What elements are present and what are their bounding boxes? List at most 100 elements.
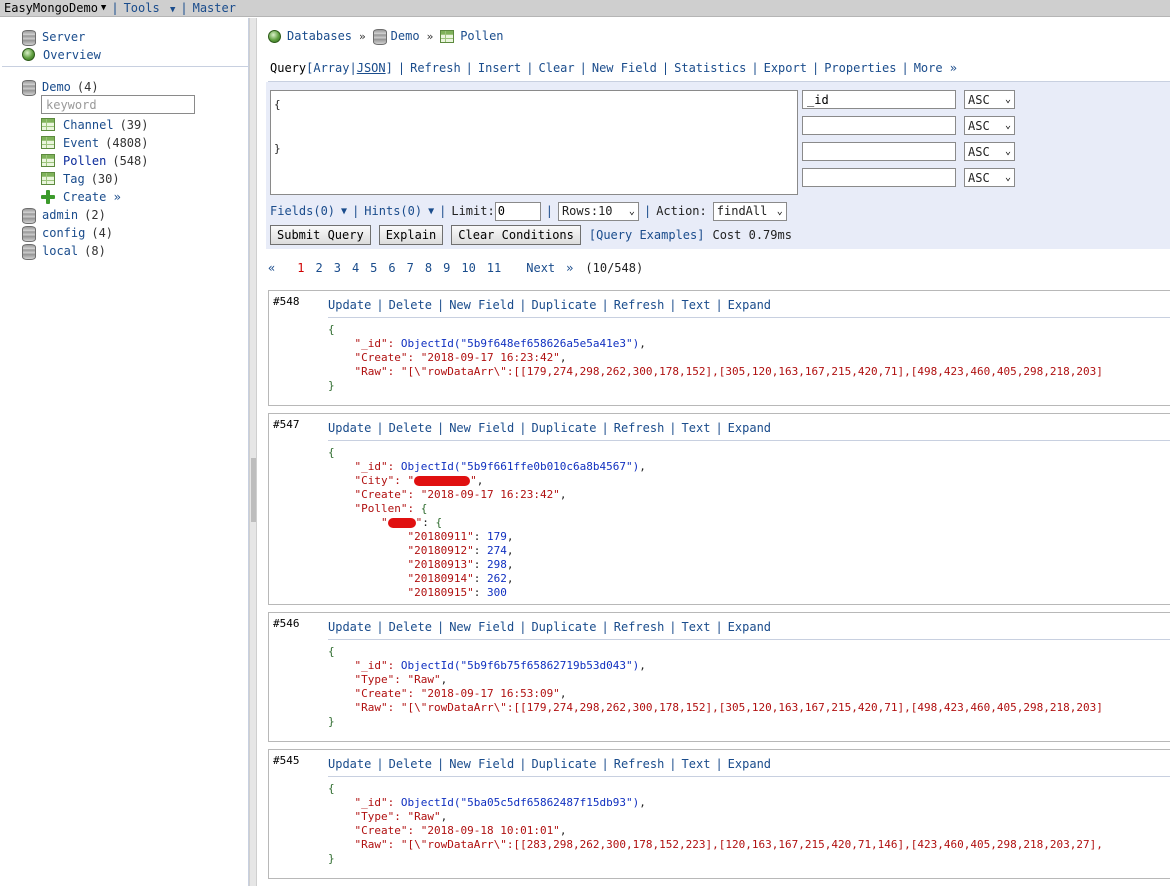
page-link[interactable]: 5 <box>370 261 377 275</box>
prev-page-link[interactable]: « <box>268 261 275 275</box>
breadcrumb-db[interactable]: Demo <box>391 29 420 43</box>
text-link[interactable]: Text <box>682 298 711 312</box>
explain-button[interactable]: Explain <box>378 225 444 245</box>
rows-select[interactable]: Rows:10 ⌄ <box>557 201 639 221</box>
statistics-link[interactable]: Statistics <box>674 61 746 75</box>
sidebar-db-demo[interactable]: Demo (4) <box>22 78 99 96</box>
db-count: (4) <box>91 225 114 240</box>
sidebar-collection-tag[interactable]: Tag (30) <box>41 170 120 187</box>
sidebar-db-admin[interactable]: admin (2) <box>22 206 106 224</box>
splitter-grip[interactable] <box>251 458 256 522</box>
sort-field-input[interactable] <box>802 168 956 187</box>
expand-link[interactable]: Expand <box>728 421 771 435</box>
separator: | <box>376 757 384 771</box>
expand-link[interactable]: Expand <box>728 298 771 312</box>
tools-menu[interactable]: Tools ▼ <box>124 1 176 15</box>
duplicate-link[interactable]: Duplicate <box>531 620 596 634</box>
open-brace: { <box>328 782 335 795</box>
update-link[interactable]: Update <box>328 421 371 435</box>
duplicate-link[interactable]: Duplicate <box>531 421 596 435</box>
page-link[interactable]: 7 <box>407 261 414 275</box>
page-link[interactable]: 8 <box>425 261 432 275</box>
json-view-link[interactable]: JSON <box>357 61 386 75</box>
delete-link[interactable]: Delete <box>389 620 432 634</box>
panel-splitter[interactable] <box>249 18 257 886</box>
last-page-link[interactable]: » <box>566 261 573 275</box>
separator: | <box>519 298 527 312</box>
refresh-link[interactable]: Refresh <box>614 620 665 634</box>
new-field-link[interactable]: New Field <box>449 421 514 435</box>
hints-link[interactable]: Hints(0) <box>364 204 422 218</box>
update-link[interactable]: Update <box>328 757 371 771</box>
array-view-link[interactable]: [Array <box>306 61 349 75</box>
sidebar-item-overview[interactable]: Overview <box>22 46 101 63</box>
breadcrumb-databases[interactable]: Databases <box>287 29 352 43</box>
refresh-link[interactable]: Refresh <box>614 421 665 435</box>
sort-order-select[interactable]: ASC ⌄ <box>964 116 1015 135</box>
separator: | <box>669 421 677 435</box>
page-link[interactable]: 3 <box>334 261 341 275</box>
master-link[interactable]: Master <box>193 1 236 15</box>
limit-input[interactable] <box>494 201 541 221</box>
refresh-link[interactable]: Refresh <box>614 298 665 312</box>
sidebar-db-local[interactable]: local (8) <box>22 242 106 260</box>
keyword-search-input[interactable] <box>41 95 195 114</box>
sidebar-create-collection[interactable]: Create » <box>41 188 121 205</box>
sidebar-db-config[interactable]: config (4) <box>22 224 114 242</box>
expand-link[interactable]: Expand <box>728 620 771 634</box>
app-menu[interactable]: EasyMongoDemo ▼ <box>4 1 106 15</box>
insert-link[interactable]: Insert <box>478 61 521 75</box>
text-link[interactable]: Text <box>682 421 711 435</box>
more-link[interactable]: More » <box>914 61 957 75</box>
update-link[interactable]: Update <box>328 298 371 312</box>
separator: | <box>601 620 609 634</box>
delete-link[interactable]: Delete <box>389 757 432 771</box>
sort-field-input[interactable] <box>802 142 956 161</box>
collection-count: (4808) <box>105 135 149 150</box>
sort-order-select[interactable]: ASC ⌄ <box>964 168 1015 187</box>
page-link[interactable]: 11 <box>487 261 501 275</box>
sidebar-item-server[interactable]: Server <box>22 28 85 46</box>
sidebar-collection-event[interactable]: Event (4808) <box>41 134 148 151</box>
text-link[interactable]: Text <box>682 620 711 634</box>
page-link[interactable]: 1 <box>297 261 304 275</box>
delete-link[interactable]: Delete <box>389 298 432 312</box>
breadcrumb-collection[interactable]: Pollen <box>460 29 503 43</box>
sort-order-select[interactable]: ASC ⌄ <box>964 90 1015 109</box>
delete-link[interactable]: Delete <box>389 421 432 435</box>
sidebar-collection-channel[interactable]: Channel (39) <box>41 116 148 133</box>
new-field-link[interactable]: New Field <box>449 298 514 312</box>
page-link[interactable]: 6 <box>388 261 395 275</box>
new-field-link[interactable]: New Field <box>449 620 514 634</box>
sort-order-select[interactable]: ASC ⌄ <box>964 142 1015 161</box>
next-page-link[interactable]: Next <box>526 261 555 275</box>
submit-query-button[interactable]: Submit Query <box>270 225 371 245</box>
sort-field-input[interactable] <box>802 90 956 109</box>
chevron-down-icon: ⌄ <box>1004 120 1011 131</box>
text-link[interactable]: Text <box>682 757 711 771</box>
refresh-link[interactable]: Refresh <box>614 757 665 771</box>
update-link[interactable]: Update <box>328 620 371 634</box>
expand-link[interactable]: Expand <box>728 757 771 771</box>
properties-link[interactable]: Properties <box>824 61 896 75</box>
sort-field-input[interactable] <box>802 116 956 135</box>
page-link[interactable]: 2 <box>315 261 322 275</box>
action-select[interactable]: findAll ⌄ <box>712 201 787 221</box>
page-link[interactable]: 9 <box>443 261 450 275</box>
new-field-link[interactable]: New Field <box>592 61 657 75</box>
refresh-link[interactable]: Refresh <box>410 61 461 75</box>
query-examples-link[interactable]: [Query Examples] <box>589 228 705 242</box>
duplicate-link[interactable]: Duplicate <box>531 757 596 771</box>
duplicate-link[interactable]: Duplicate <box>531 298 596 312</box>
pollen-value: 179 <box>486 530 507 543</box>
fields-link[interactable]: Fields(0) <box>270 204 335 218</box>
query-editor[interactable]: { } <box>270 90 798 195</box>
page-link[interactable]: 4 <box>352 261 359 275</box>
clear-conditions-button[interactable]: Clear Conditions <box>451 225 581 245</box>
clear-link[interactable]: Clear <box>539 61 575 75</box>
page-link[interactable]: 10 <box>461 261 475 275</box>
separator: | <box>376 298 384 312</box>
sidebar-collection-pollen[interactable]: Pollen (548) <box>41 152 148 169</box>
new-field-link[interactable]: New Field <box>449 757 514 771</box>
export-link[interactable]: Export <box>764 61 807 75</box>
